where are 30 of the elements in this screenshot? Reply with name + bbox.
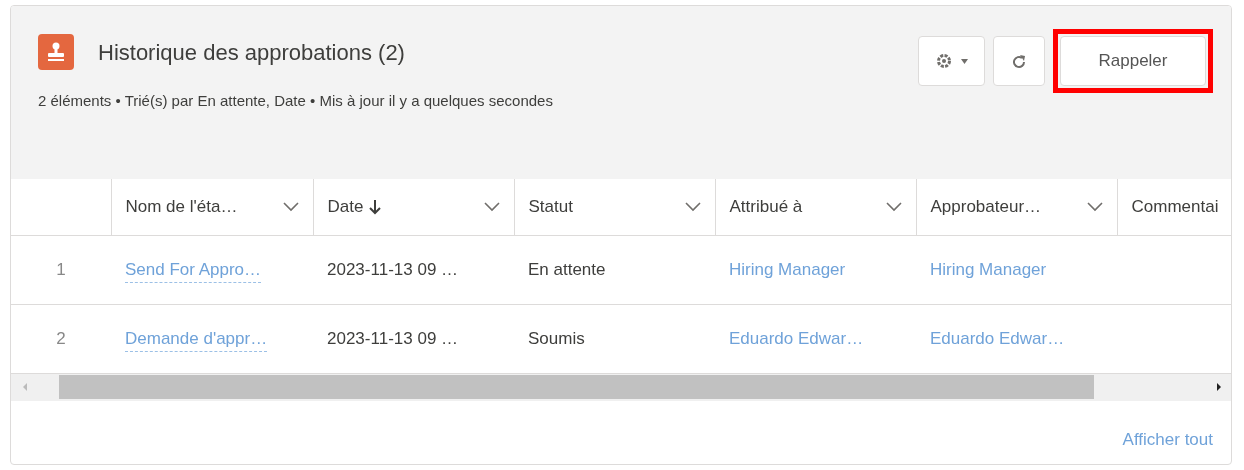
settings-menu-button[interactable]: [918, 36, 985, 86]
chevron-down-icon[interactable]: [483, 201, 500, 212]
row-number: 2: [56, 328, 66, 348]
card-subtitle: 2 éléments • Trié(s) par En attente, Date • Mis à jour il y a quelques secondes: [38, 91, 553, 111]
caret-icon: [961, 58, 968, 64]
table-cell: En attente: [528, 259, 606, 279]
settings-icon: [935, 52, 953, 70]
column-header[interactable]: Attribué à: [729, 194, 803, 220]
scrollbar-thumb[interactable]: [59, 375, 1094, 399]
table-cell: Soumis: [528, 328, 585, 348]
column-header[interactable]: Commentai: [1131, 194, 1219, 220]
chevron-down-icon[interactable]: [282, 201, 299, 212]
table-cell: 2023-11-13 09 …: [327, 259, 459, 279]
sort-down-arrow-icon: [369, 198, 382, 215]
chevron-down-icon[interactable]: [1086, 201, 1103, 212]
chevron-down-icon[interactable]: [885, 201, 902, 212]
column-header[interactable]: Date: [327, 194, 364, 220]
stamp-icon: [38, 34, 74, 70]
chevron-down-icon[interactable]: [684, 201, 701, 212]
horizontal-scrollbar[interactable]: [11, 373, 1231, 401]
scroll-right-icon[interactable]: [1215, 382, 1223, 392]
refresh-button[interactable]: [993, 36, 1045, 86]
column-header[interactable]: Approbateur…: [930, 194, 1042, 220]
column-header[interactable]: Nom de l'éta…: [125, 194, 238, 220]
table-cell: 2023-11-13 09 …: [327, 328, 459, 348]
row-number: 1: [56, 259, 66, 279]
card-title: Historique des approbations (2): [98, 38, 405, 67]
recall-button[interactable]: Rappeler: [1060, 36, 1206, 86]
refresh-icon: [1010, 52, 1028, 71]
column-header[interactable]: Statut: [528, 194, 573, 220]
